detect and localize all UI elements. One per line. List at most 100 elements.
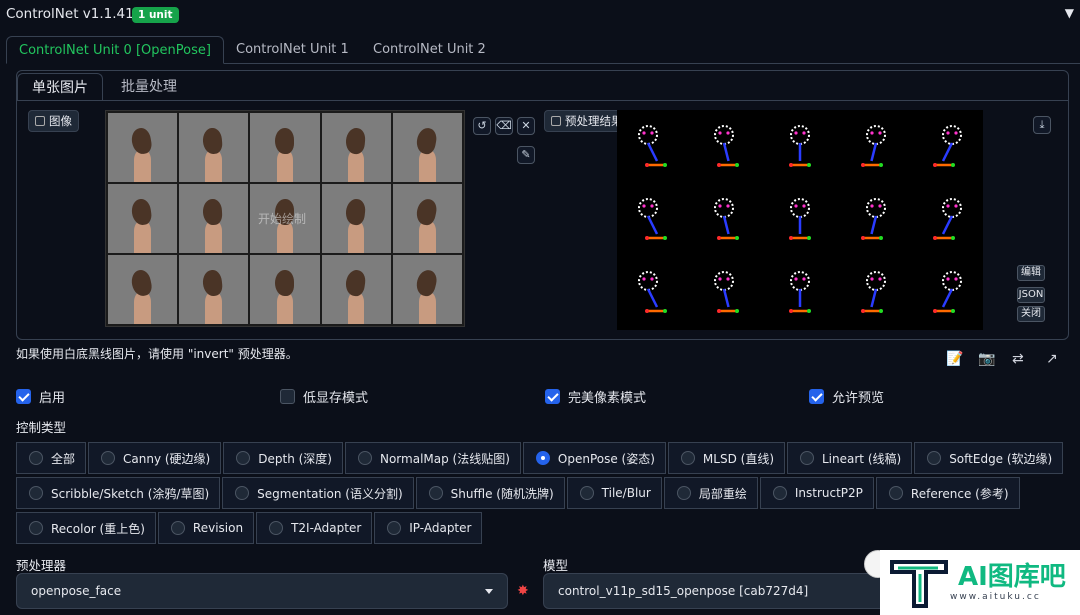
model-value: control_v11p_sd15_openpose [cab727d4] xyxy=(558,584,809,598)
control-type-label: Tile/Blur xyxy=(601,486,651,500)
control-type-label: 局部重绘 xyxy=(698,486,747,501)
radio-dot[interactable] xyxy=(927,451,942,465)
tab-batch[interactable]: 批量处理 xyxy=(107,73,191,101)
model-select[interactable]: control_v11p_sd15_openpose [cab727d4] xyxy=(543,573,888,609)
portrait-thumbnail xyxy=(108,113,178,182)
control-type-option[interactable]: 局部重绘 xyxy=(663,477,758,509)
radio-dot[interactable] xyxy=(680,451,695,465)
allow-preview-checkbox[interactable]: 允许预览 xyxy=(809,387,884,406)
control-type-label: Segmentation (语义分割) xyxy=(257,486,403,501)
checkbox-box[interactable] xyxy=(280,389,295,404)
checkbox-box[interactable] xyxy=(809,389,824,404)
doc-icon[interactable]: 📝 xyxy=(946,351,963,367)
control-type-option[interactable]: Recolor (重上色) xyxy=(16,512,156,544)
control-type-option[interactable]: Scribble/Sketch (涂鸦/草图) xyxy=(16,477,221,509)
tab-unit-1[interactable]: ControlNet Unit 1 xyxy=(224,36,361,64)
control-type-option[interactable]: Lineart (线稿) xyxy=(787,442,913,474)
portrait-thumbnail xyxy=(179,184,249,253)
checkbox-box[interactable] xyxy=(545,389,560,404)
download-icon[interactable]: ⤓ xyxy=(1033,116,1051,134)
control-type-option[interactable]: Reference (参考) xyxy=(875,477,1020,509)
control-type-option[interactable]: Depth (深度) xyxy=(223,442,343,474)
canvas-overlay-text: 开始绘制 xyxy=(258,212,307,226)
control-type-option[interactable]: Segmentation (语义分割) xyxy=(222,477,414,509)
json-button[interactable]: JSON xyxy=(1017,287,1045,303)
radio-dot[interactable] xyxy=(772,486,787,500)
panel-title: ControlNet v1.1.410 xyxy=(6,6,143,22)
control-type-option[interactable]: T2I-Adapter xyxy=(256,512,373,544)
control-type-option[interactable]: IP-Adapter xyxy=(374,512,483,544)
edit-pose-button[interactable]: 编辑 xyxy=(1017,265,1045,281)
control-type-label: Shuffle (随机洗牌) xyxy=(450,486,554,501)
radio-dot[interactable] xyxy=(676,486,691,500)
collapse-triangle-icon[interactable]: ▼ xyxy=(1065,6,1074,20)
control-type-option[interactable]: InstructP2P xyxy=(759,477,874,509)
checkbox-box[interactable] xyxy=(16,389,31,404)
run-preprocessor-icon[interactable]: ✸ xyxy=(517,583,529,599)
radio-dot[interactable] xyxy=(800,451,814,465)
control-type-label: Reference (参考) xyxy=(910,486,1009,501)
portrait-thumbnail xyxy=(250,255,320,324)
tab-unit-0[interactable]: ControlNet Unit 0 [OpenPose] xyxy=(6,36,224,64)
control-type-option[interactable]: SoftEdge (软边缘) xyxy=(914,442,1064,474)
radio-dot[interactable] xyxy=(888,486,903,500)
control-type-label: NormalMap (法线贴图) xyxy=(379,451,510,466)
tab-single-image[interactable]: 单张图片 xyxy=(17,73,103,101)
close-icon[interactable]: ✕ xyxy=(517,117,535,135)
pixel-perfect-checkbox[interactable]: 完美像素模式 xyxy=(545,387,646,406)
portrait-thumbnail xyxy=(250,113,320,182)
portrait-thumbnail xyxy=(392,255,462,324)
tab-unit-2[interactable]: ControlNet Unit 2 xyxy=(361,36,498,64)
radio-dot[interactable] xyxy=(269,521,284,535)
control-type-label: InstructP2P xyxy=(794,486,863,500)
pose-skeleton xyxy=(837,183,910,256)
pose-skeleton xyxy=(617,110,690,183)
swap-icon[interactable]: ⇄ xyxy=(1012,351,1024,367)
control-type-label: SoftEdge (软边缘) xyxy=(949,451,1053,466)
portrait-thumbnail xyxy=(321,113,391,182)
control-type-row: 全部 Canny (硬边缘) Depth (深度) NormalMap (法线贴图) O… xyxy=(16,442,1065,474)
preprocessor-value: openpose_face xyxy=(31,584,122,598)
send-up-icon[interactable]: ↗ xyxy=(1046,351,1058,367)
watermark-logo: AI图库吧 www.aituku.cc xyxy=(880,550,1080,615)
unit-count-badge: 1 unit xyxy=(132,7,179,23)
chevron-down-icon xyxy=(485,588,493,594)
subtab-divider xyxy=(17,100,1068,101)
camera-icon[interactable]: 📷 xyxy=(978,351,995,367)
control-type-option[interactable]: Shuffle (随机洗牌) xyxy=(415,477,565,509)
edit-icon[interactable]: ✎ xyxy=(517,146,535,164)
control-type-label: Canny (硬边缘) xyxy=(123,451,211,466)
pose-skeleton xyxy=(690,183,763,256)
close-preview-button[interactable]: 关闭 xyxy=(1017,306,1045,322)
control-type-option[interactable]: Canny (硬边缘) xyxy=(88,442,222,474)
image-icon xyxy=(35,116,45,126)
control-type-option[interactable]: Revision xyxy=(157,512,255,544)
lowvram-checkbox[interactable]: 低显存模式 xyxy=(280,387,368,406)
radio-dot[interactable] xyxy=(387,521,402,535)
control-type-option[interactable]: NormalMap (法线贴图) xyxy=(344,442,521,474)
portrait-thumbnail xyxy=(179,113,249,182)
radio-dot[interactable] xyxy=(235,486,250,500)
control-type-label: 控制类型 xyxy=(16,420,67,435)
erase-icon[interactable]: ⌫ xyxy=(495,117,513,135)
rotate-icon[interactable]: ↺ xyxy=(473,117,491,135)
enable-checkbox[interactable]: 启用 xyxy=(16,387,65,406)
control-type-option[interactable]: Tile/Blur xyxy=(566,477,662,509)
radio-dot[interactable] xyxy=(579,486,594,500)
radio-dot[interactable] xyxy=(357,451,372,465)
radio-dot[interactable] xyxy=(428,486,443,500)
radio-dot[interactable] xyxy=(236,451,251,465)
radio-dot[interactable] xyxy=(170,521,185,535)
preprocessor-select[interactable]: openpose_face xyxy=(16,573,508,609)
control-type-option[interactable]: OpenPose (姿态) xyxy=(522,442,666,474)
radio-dot[interactable] xyxy=(29,451,43,465)
control-type-option[interactable]: MLSD (直线) xyxy=(667,442,785,474)
radio-dot[interactable] xyxy=(29,521,43,535)
radio-dot[interactable] xyxy=(535,451,550,465)
radio-dot[interactable] xyxy=(101,451,116,465)
radio-dot[interactable] xyxy=(29,486,43,500)
preprocessor-label: 预处理器 xyxy=(16,558,67,573)
pose-skeleton xyxy=(617,257,690,330)
control-type-option[interactable]: 全部 xyxy=(16,442,87,474)
control-type-row: Recolor (重上色) Revision T2I-Adapter IP-Adapt… xyxy=(16,512,484,544)
